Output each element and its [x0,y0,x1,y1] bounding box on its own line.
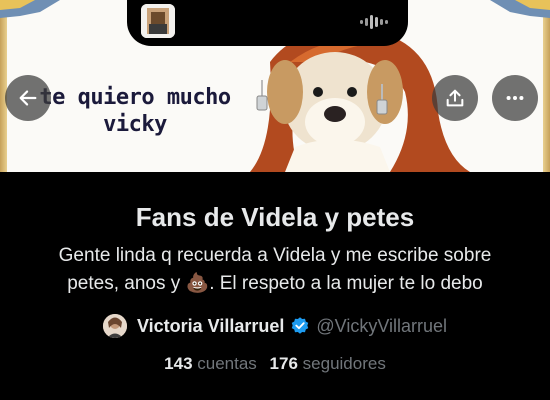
list-description-line2: petes, anos y 💩. El respeto a la mujer t… [10,270,540,298]
list-details: Fans de Videla y petes Gente linda q rec… [0,172,550,400]
arrow-left-icon [19,90,37,106]
list-title: Fans de Videla y petes [135,202,415,232]
banner-caption-line2: vicky [103,112,167,137]
banner-caption-line1: te quiero mucho [39,85,231,110]
banner-frame-right [543,0,550,172]
members-label: cuentas [197,354,257,373]
banner-corner-decoration-left [0,0,60,18]
list-stats: 143 cuentas 176 seguidores [0,354,550,374]
audio-waveform-icon [360,15,388,29]
more-options-button[interactable] [492,75,538,121]
share-button[interactable] [432,75,478,121]
owner-handle[interactable]: @VickyVillarruel [316,316,447,337]
verified-badge-icon [292,317,309,334]
now-playing-thumbnail [141,4,175,38]
back-button[interactable] [5,75,51,121]
banner-frame-left [0,0,7,172]
avatar[interactable] [102,314,127,338]
now-playing-island[interactable] [127,0,408,46]
members-stat[interactable]: 143 cuentas [164,354,257,373]
list-description-line2-end: . El respeto a la mujer te lo debo [209,273,483,294]
list-description: Gente linda q recuerda a Videla y me esc… [10,242,540,298]
more-horizontal-icon [506,95,524,101]
poop-emoji: 💩 [185,273,210,294]
banner-caption: te quiero mucho vicky [30,84,240,138]
owner-name[interactable]: Victoria Villarruel [137,316,284,337]
members-count: 143 [164,354,193,373]
list-description-line1: Gente linda q recuerda a Videla y me esc… [58,245,492,266]
share-icon [446,89,464,107]
banner-corner-decoration-right [490,0,550,18]
followers-stat[interactable]: 176 seguidores [270,354,386,373]
followers-count: 176 [269,354,298,373]
list-owner[interactable]: Victoria Villarruel @VickyVillarruel [0,312,550,340]
followers-label: seguidores [302,354,386,373]
list-description-line2-start: petes, anos y [67,273,186,294]
list-banner: te quiero mucho vicky [0,0,550,172]
